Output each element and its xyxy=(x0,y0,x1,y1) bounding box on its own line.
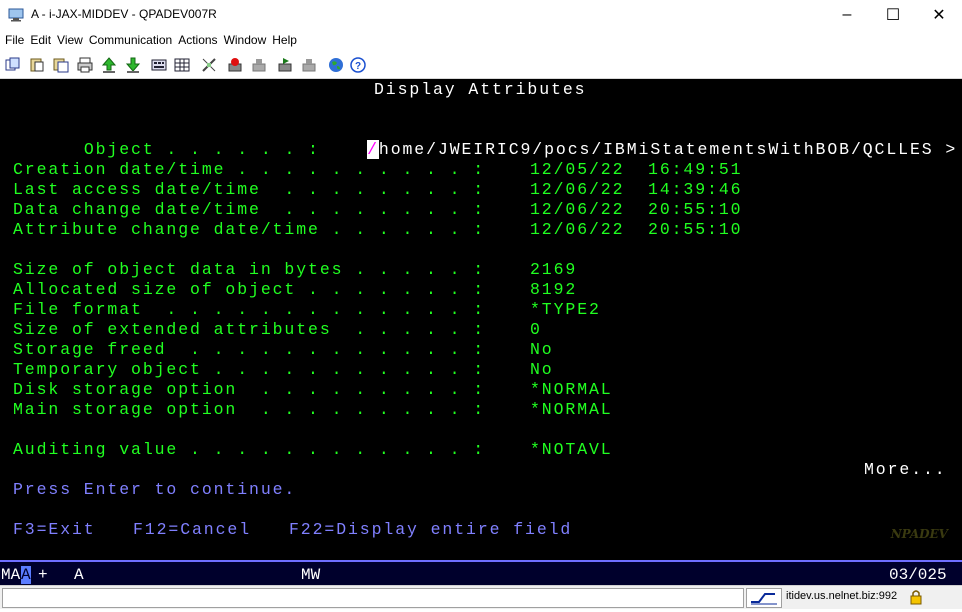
oia-plus: + xyxy=(38,566,48,584)
menu-file[interactable]: File xyxy=(5,33,24,47)
attr-value: 12/06/22 20:55:10 xyxy=(530,200,743,219)
menu-edit[interactable]: Edit xyxy=(30,33,51,47)
object-row: Object . . . . . . : /home/JWEIRIC9/pocs… xyxy=(13,120,957,159)
close-button[interactable]: ✕ xyxy=(916,0,962,30)
attr-label: Attribute change date/time . . . . . . : xyxy=(13,220,486,239)
press-enter-message: Press Enter to continue. xyxy=(13,480,297,499)
menu-bar: File Edit View Communication Actions Win… xyxy=(0,30,962,50)
attr-value: 2169 xyxy=(530,260,578,279)
maximize-button[interactable]: ☐ xyxy=(870,0,916,30)
maximize-icon: ☐ xyxy=(885,7,901,24)
close-icon: ✕ xyxy=(932,7,946,24)
svg-text:?: ? xyxy=(354,61,360,72)
object-value[interactable]: home/JWEIRIC9/pocs/IBMiStatementsWithBOB… xyxy=(379,140,957,159)
oia-mw: MW xyxy=(301,566,321,584)
pause-macro-icon[interactable] xyxy=(300,56,317,73)
attr-value: 0 xyxy=(530,320,542,339)
record-macro-icon[interactable] xyxy=(226,56,243,73)
host-address: itidev.us.nelnet.biz:992 xyxy=(786,590,898,602)
screen-title: Display Attributes xyxy=(374,80,587,99)
copy-icon[interactable] xyxy=(4,56,21,73)
menu-view[interactable]: View xyxy=(57,33,83,47)
attr-value: *NOTAVL xyxy=(530,440,613,459)
connection-status xyxy=(746,588,782,608)
cursor: / xyxy=(367,140,379,159)
attr-label: Storage freed . . . . . . . . . . . . : xyxy=(13,340,486,359)
attr-value: 12/06/22 14:39:46 xyxy=(530,180,743,199)
terminal-app-icon xyxy=(8,8,24,22)
attr-label: Creation date/time . . . . . . . . . . : xyxy=(13,160,486,179)
help-icon[interactable]: ? xyxy=(349,56,366,73)
lock-icon xyxy=(909,589,923,605)
copy-append-icon[interactable] xyxy=(52,56,69,73)
oia-indicator: A xyxy=(21,566,31,584)
more-indicator: More... xyxy=(864,460,947,479)
menu-actions[interactable]: Actions xyxy=(178,33,217,47)
object-label: Object . . . . . . : xyxy=(83,140,320,159)
attr-value: 8192 xyxy=(530,280,578,299)
emulator-window: A - i-JAX-MIDDEV - QPADEV007R – ☐ ✕ File… xyxy=(0,0,962,609)
oia-ma: MA xyxy=(1,566,21,584)
play-macro-icon[interactable] xyxy=(276,56,293,73)
attr-label: Size of extended attributes . . . . . : xyxy=(13,320,486,339)
status-bar: itidev.us.nelnet.biz:992 xyxy=(0,585,962,609)
attr-value: No xyxy=(530,360,554,379)
attr-value: 12/06/22 20:55:10 xyxy=(530,220,743,239)
oia-session: A xyxy=(74,566,84,584)
fkey-cancel[interactable]: F12=Cancel xyxy=(133,520,251,540)
cursor-position: 03/025 xyxy=(889,566,947,584)
toolbar: ? xyxy=(0,50,962,79)
print-screen-icon[interactable] xyxy=(76,56,93,73)
web-icon[interactable] xyxy=(327,56,344,73)
attr-label: Last access date/time . . . . . . . . : xyxy=(13,180,486,199)
window-title: A - i-JAX-MIDDEV - QPADEV007R xyxy=(31,7,217,21)
paste-icon[interactable] xyxy=(28,56,45,73)
title-bar[interactable]: A - i-JAX-MIDDEV - QPADEV007R – ☐ ✕ xyxy=(0,0,962,30)
attr-label: Main storage option . . . . . . . . . : xyxy=(13,400,486,419)
attr-value: No xyxy=(530,340,554,359)
attr-label: Data change date/time . . . . . . . . : xyxy=(13,200,486,219)
operator-info-area: MA A + A MW 03/025 xyxy=(0,560,962,586)
attr-value: *TYPE2 xyxy=(530,300,601,319)
status-message-field xyxy=(2,588,744,608)
watermark-logo: NPADEV xyxy=(890,527,948,541)
attr-value: 12/05/22 16:49:51 xyxy=(530,160,743,179)
graphics-icon[interactable] xyxy=(200,56,217,73)
minimize-button[interactable]: – xyxy=(824,0,870,30)
fkey-exit[interactable]: F3=Exit xyxy=(13,520,96,540)
attr-label: Temporary object . . . . . . . . . . . : xyxy=(13,360,486,379)
menu-window[interactable]: Window xyxy=(224,33,267,47)
macro-icon[interactable] xyxy=(173,56,190,73)
attr-label: Disk storage option . . . . . . . . . : xyxy=(13,380,486,399)
terminal-screen[interactable]: Display Attributes Object . . . . . . : … xyxy=(0,79,962,560)
receive-file-icon[interactable] xyxy=(124,56,141,73)
attr-label: Allocated size of object . . . . . . . : xyxy=(13,280,486,299)
minimize-icon: – xyxy=(842,6,852,23)
send-file-icon[interactable] xyxy=(100,56,117,73)
attr-value: *NORMAL xyxy=(530,400,613,419)
menu-communication[interactable]: Communication xyxy=(89,33,172,47)
stop-macro-icon[interactable] xyxy=(250,56,267,73)
keypad-icon[interactable] xyxy=(150,56,167,73)
fkey-display-entire-field[interactable]: F22=Display entire field xyxy=(289,520,572,540)
attr-label: File format . . . . . . . . . . . . . : xyxy=(13,300,486,319)
menu-help[interactable]: Help xyxy=(272,33,297,47)
attr-value: *NORMAL xyxy=(530,380,613,399)
attr-label: Auditing value . . . . . . . . . . . . : xyxy=(13,440,486,459)
attr-label: Size of object data in bytes . . . . . : xyxy=(13,260,486,279)
connection-icon xyxy=(751,593,777,605)
